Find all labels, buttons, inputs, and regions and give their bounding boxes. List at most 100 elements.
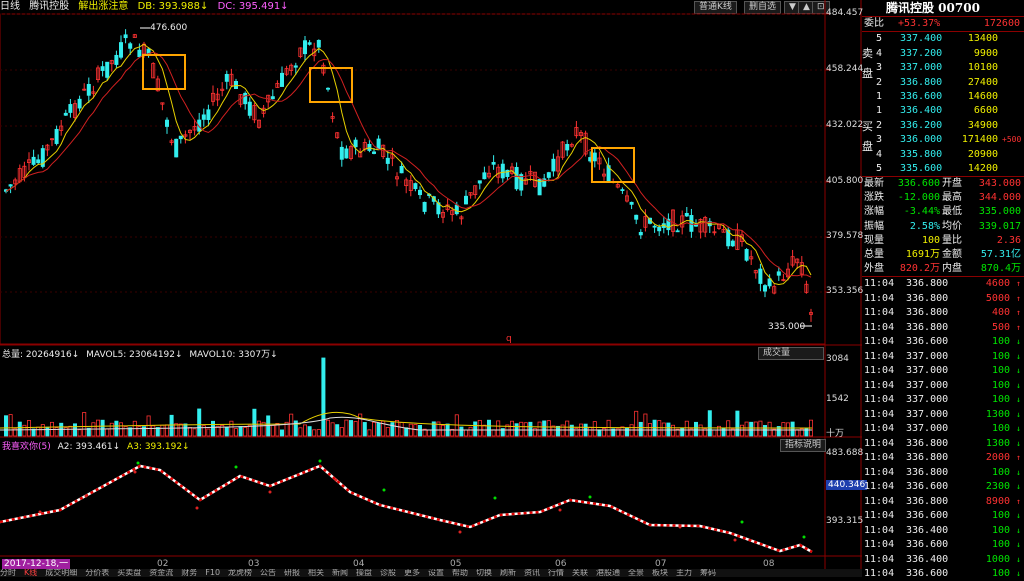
tick-row[interactable]: 11:04 337.000 100 ↓ [862,422,1024,436]
buy-level-row[interactable]: 1 336.400 6600 [862,104,1024,118]
buy-level-row[interactable]: 2 336.200 34900 [862,119,1024,133]
stat-v2: 344.000 [978,192,1021,204]
candle-body [8,184,13,187]
volume-bar [256,420,261,437]
indicator-help-button[interactable]: 指标说明 [780,439,827,452]
candle-body [371,151,376,154]
bottom-tab[interactable]: 分时 [0,569,16,577]
stat-l2: 金额 [942,249,962,260]
tick-row[interactable]: 11:04 336.800 1300 ↓ [862,437,1024,451]
volume-bar [574,427,579,437]
order-price: 336.800 [900,76,943,88]
volume-bar [463,429,468,437]
kline-chart[interactable] [0,0,862,569]
bottom-tab[interactable]: 板块 [652,569,668,577]
bottom-tab[interactable]: 资金流 [149,569,173,577]
tick-row[interactable]: 11:04 336.600 100 ↓ [862,335,1024,349]
volume-bar [546,420,551,437]
bottom-tab[interactable]: 买卖盘 [117,569,141,577]
volume-bar [160,424,165,437]
indicator-header: 我喜欢你(5) A2: 393.461↓ A3: 393.192↓ [2,439,190,452]
bottom-tab[interactable]: 成交明细 [45,569,77,577]
bottom-tab[interactable]: F10 [205,569,220,577]
volume-bar [325,419,330,437]
tick-row[interactable]: 11:04 337.000 100 ↓ [862,393,1024,407]
bottom-tab[interactable]: 主力 [676,569,692,577]
tick-row[interactable]: 11:04 336.800 2000 ↑ [862,451,1024,465]
tick-row[interactable]: 11:04 336.600 100 ↓ [862,538,1024,552]
volume-bar [694,421,699,437]
volume-bar [763,425,768,437]
stat-l2: 量比 [942,234,962,246]
tick-row[interactable]: 11:04 336.800 5000 ↑ [862,292,1024,306]
volume-bar [206,428,211,437]
sell-level-row[interactable]: 4 337.200 9900 [862,47,1024,61]
volume-bar [238,426,243,437]
volume-bar [123,426,128,437]
bottom-tab[interactable]: 分价表 [85,569,109,577]
tick-row[interactable]: 11:04 336.600 100 ↓ [862,567,1024,581]
stat-l1: 涨跌 [864,192,884,204]
month-label: 03 [248,559,260,569]
bottom-tab-bar: 分时 K线 成交明细 分价表 买卖盘 资金流 财务 F10 龙虎榜 公告 研报 相关 新闻 操盘 诊股 更多设… [0,569,862,577]
tick-row[interactable]: 11:04 336.800 400 ↑ [862,306,1024,320]
weibi-label: 委比 [864,18,884,29]
bottom-tab[interactable]: 更多 [404,569,420,577]
volume-bar [408,423,413,437]
candle-body [417,189,422,196]
sell-level-row[interactable]: 5 337.400 13400 [862,32,1024,46]
tick-row[interactable]: 11:04 336.800 500 ↑ [862,321,1024,335]
sell-level-row[interactable]: 2 336.800 27400 [862,76,1024,90]
tick-row[interactable]: 11:04 336.800 4600 ↑ [862,277,1024,291]
candle-body [776,271,781,276]
sell-level-row[interactable]: 3 337.000 10100 [862,61,1024,75]
stat-row: 振幅 2.58% 均价 339.017 [862,220,1024,234]
buy-level-row[interactable]: 3 336.000 171400 +500 [862,133,1024,147]
bottom-tab[interactable]: 操盘 [356,569,372,577]
tick-time: 11:04 [864,350,895,362]
volume-bar [606,419,611,437]
order-lvl: 1 [876,105,883,116]
bottom-tab[interactable]: 设置 [428,569,444,577]
stat-row: 总量 1691万 金额 57.31亿 [862,248,1024,262]
bottom-tab[interactable]: 帮助 [452,569,468,577]
bottom-tab[interactable]: 港股通 [596,569,620,577]
tick-row[interactable]: 11:04 336.400 1000 ↓ [862,553,1024,567]
bottom-tab[interactable]: 研报 [284,569,300,577]
bottom-tab[interactable]: 切换 [476,569,492,577]
bottom-tab[interactable]: 新闻 [332,569,348,577]
tick-row[interactable]: 11:04 337.000 100 ↓ [862,379,1024,393]
buy-level-row[interactable]: 5 335.600 14200 [862,162,1024,176]
order-lvl: 5 [876,33,883,44]
bottom-tab[interactable]: 关联 [572,569,588,577]
volume-bar [73,423,78,437]
bottom-tab[interactable]: 龙虎榜 [228,569,252,577]
tick-row[interactable]: 11:04 336.800 100 ↓ [862,466,1024,480]
bottom-tab[interactable]: 筹码 [700,569,716,577]
tick-row[interactable]: 11:04 337.000 100 ↓ [862,364,1024,378]
buy-level-row[interactable]: 4 335.800 20900 [862,148,1024,162]
bottom-tab[interactable]: 诊股 [380,569,396,577]
tick-row[interactable]: 11:04 336.600 2300 ↓ [862,480,1024,494]
stat-l1: 外盘 [864,263,884,275]
bottom-tab[interactable]: 财务 [181,569,197,577]
bottom-tab[interactable]: 相关 [308,569,324,577]
tick-row[interactable]: 11:04 337.000 100 ↓ [862,350,1024,364]
tick-time: 11:04 [864,510,895,521]
tick-row[interactable]: 11:04 337.000 1300 ↓ [862,408,1024,422]
tick-row[interactable]: 11:04 336.400 100 ↓ [862,524,1024,538]
sell-level-row[interactable]: 1 336.600 14600 [862,90,1024,104]
ma10-line [5,51,812,278]
tick-row[interactable]: 11:04 336.600 100 ↓ [862,509,1024,523]
bottom-tab[interactable]: 全景 [628,569,644,577]
tick-row[interactable]: 11:04 336.800 8900 ↑ [862,495,1024,509]
volume-bar [712,429,717,437]
tick-time: 11:04 [864,568,895,579]
candle-body [744,249,749,261]
volume-type-button[interactable]: 成交量 [758,347,824,360]
bottom-tab[interactable]: 刷新 [500,569,516,577]
bottom-tab[interactable]: 公告 [260,569,276,577]
bottom-tab[interactable]: K线 [24,569,37,577]
bottom-tab[interactable]: 资讯 [524,569,540,577]
bottom-tab[interactable]: 行情 [548,569,564,577]
